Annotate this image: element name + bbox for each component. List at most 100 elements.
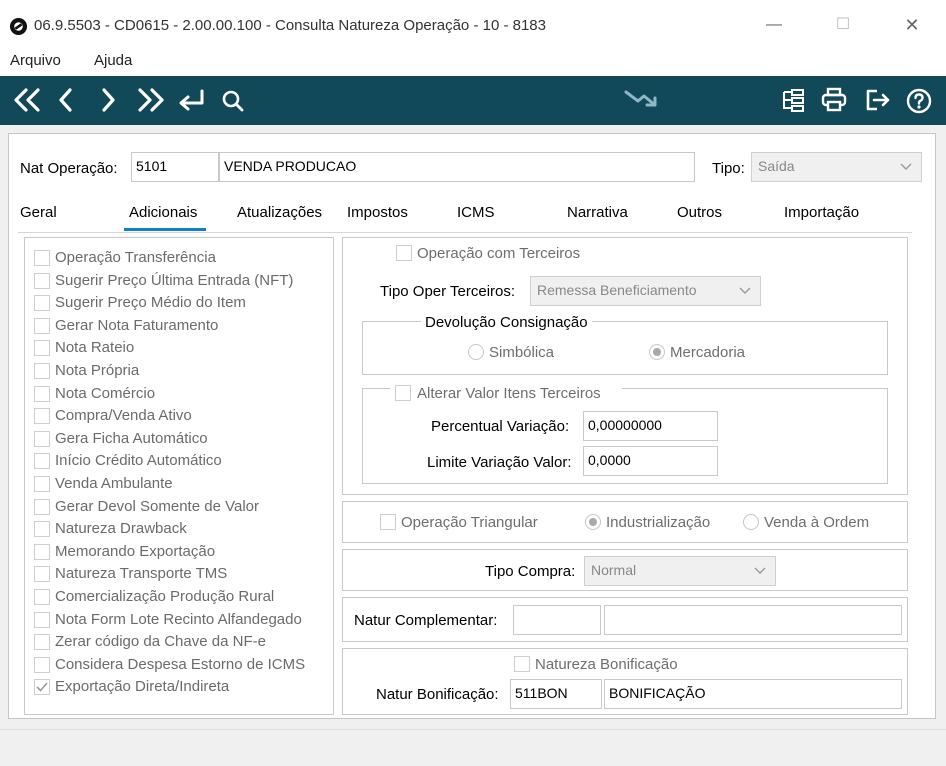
checkbox[interactable] (34, 566, 50, 582)
op-triangular-checkbox[interactable] (380, 514, 396, 530)
checklist-item-label: Início Crédito Automático (55, 452, 222, 469)
checkbox[interactable] (34, 657, 50, 673)
checkbox[interactable] (34, 295, 50, 311)
close-button[interactable]: ✕ (898, 12, 926, 38)
checklist-item-label: Gera Ficha Automático (55, 430, 208, 447)
checklist-item-label: Nota Rateio (55, 339, 135, 356)
op-triangular-label: Operação Triangular (401, 514, 538, 531)
checklist-item-label: Natureza Drawback (55, 520, 187, 537)
tree-structure-icon[interactable] (780, 87, 806, 113)
tipo-oper-terceiros-select[interactable]: Remessa Beneficiamento (530, 276, 761, 306)
checkbox[interactable] (34, 273, 50, 289)
mercadoria-radio[interactable] (649, 344, 665, 360)
industrializacao-radio[interactable] (585, 514, 601, 530)
tab-importacao[interactable]: Importação (784, 204, 859, 221)
status-bar (0, 729, 946, 766)
alterar-valor-checkbox[interactable] (395, 385, 411, 401)
maximize-button[interactable]: ☐ (829, 12, 857, 38)
venda-ordem-radio[interactable] (743, 514, 759, 530)
checklist-item-label: Memorando Exportação (55, 543, 216, 560)
checkbox[interactable] (34, 318, 50, 334)
natureza-bonificacao-checkbox[interactable] (514, 656, 530, 672)
tipo-select[interactable]: Saída (751, 152, 922, 182)
natur-bonificacao-label: Natur Bonificação: (376, 686, 499, 703)
exit-icon[interactable] (864, 87, 892, 113)
tipo-compra-label: Tipo Compra: (485, 563, 576, 580)
next-icon[interactable] (98, 87, 118, 113)
tipo-select-value: Saída (758, 158, 795, 174)
checkbox[interactable] (34, 521, 50, 537)
checklist-item-label: Venda Ambulante (55, 475, 173, 492)
tab-narrativa[interactable]: Narrativa (567, 204, 628, 221)
nat-operacao-desc-field[interactable]: VENDA PRODUCAO (219, 152, 695, 182)
checkbox[interactable] (34, 544, 50, 560)
limite-variacao-field[interactable]: 0,0000 (583, 446, 718, 476)
checklist-item-label: Nota Própria (55, 362, 140, 379)
simbolica-radio[interactable] (468, 344, 484, 360)
tipo-compra-select[interactable]: Normal (584, 556, 776, 586)
tab-divider (18, 232, 912, 233)
chevron-down-icon (754, 567, 766, 574)
venda-ordem-label: Venda à Ordem (764, 514, 870, 531)
natur-bonificacao-desc-field[interactable]: BONIFICAÇÃO (604, 679, 902, 709)
checklist-item-label: Comercialização Produção Rural (55, 588, 275, 605)
search-icon[interactable] (220, 88, 246, 114)
checkbox[interactable] (34, 408, 50, 424)
menu-bar: Arquivo Ajuda (0, 46, 946, 76)
checkbox[interactable] (34, 250, 50, 266)
tab-outros[interactable]: Outros (677, 204, 722, 221)
tab-impostos[interactable]: Impostos (347, 204, 408, 221)
natureza-bonificacao-label: Natureza Bonificação (535, 656, 678, 673)
checkbox[interactable] (34, 431, 50, 447)
tab-adicionais[interactable]: Adicionais (129, 204, 197, 221)
checklist-item-label: Gerar Devol Somente de Valor (55, 498, 259, 515)
trend-down-icon[interactable] (622, 86, 664, 112)
natur-complementar-code-field[interactable] (513, 605, 601, 635)
checkbox[interactable] (34, 453, 50, 469)
minimize-button[interactable]: — (760, 12, 788, 38)
tab-icms[interactable]: ICMS (457, 204, 495, 221)
active-tab-indicator (124, 228, 206, 231)
checkbox-checked[interactable] (34, 679, 50, 695)
checkbox[interactable] (34, 612, 50, 628)
chevron-down-icon (739, 287, 751, 294)
checkbox[interactable] (34, 634, 50, 650)
natur-bonificacao-code-field[interactable]: 511BON (510, 679, 602, 709)
checklist-item-label: Nota Form Lote Recinto Alfandegado (55, 611, 302, 628)
tipo-oper-terceiros-value: Remessa Beneficiamento (537, 282, 697, 298)
checkbox[interactable] (34, 340, 50, 356)
checkbox[interactable] (34, 386, 50, 402)
checkbox[interactable] (34, 476, 50, 492)
percentual-variacao-label: Percentual Variação: (431, 418, 570, 435)
checklist-item-label: Sugerir Preço Médio do Item (55, 294, 246, 311)
checkbox[interactable] (34, 499, 50, 515)
op-terceiros-checkbox[interactable] (396, 245, 412, 261)
chevron-down-icon (900, 163, 912, 170)
checklist-item-label: Gerar Nota Faturamento (55, 317, 219, 334)
devolucao-legend: Devolução Consignação (421, 314, 592, 331)
menu-ajuda[interactable]: Ajuda (94, 52, 132, 69)
tab-geral[interactable]: Geral (20, 204, 57, 221)
percentual-variacao-field[interactable]: 0,00000000 (583, 411, 718, 441)
op-terceiros-label: Operação com Terceiros (417, 245, 581, 262)
checkbox[interactable] (34, 589, 50, 605)
checkbox[interactable] (34, 363, 50, 379)
tab-atualizacoes[interactable]: Atualizações (237, 204, 322, 221)
first-icon[interactable] (12, 87, 44, 113)
nat-operacao-code-field[interactable]: 5101 (131, 152, 219, 182)
natur-complementar-label: Natur Complementar: (354, 612, 498, 629)
check-icon (36, 682, 48, 692)
natur-complementar-desc-field[interactable] (604, 605, 902, 635)
window-title: 06.9.5503 - CD0615 - 2.00.00.100 - Consu… (34, 17, 546, 34)
alterar-valor-label: Alterar Valor Itens Terceiros (417, 385, 601, 402)
help-icon[interactable] (905, 87, 933, 115)
return-icon[interactable] (176, 87, 208, 113)
last-icon[interactable] (134, 87, 166, 113)
previous-icon[interactable] (56, 87, 76, 113)
menu-arquivo[interactable]: Arquivo (10, 52, 61, 69)
mercadoria-label: Mercadoria (670, 344, 746, 361)
tipo-label: Tipo: (712, 160, 745, 177)
checklist-item-label: Nota Comércio (55, 385, 156, 402)
checklist-item-label: Zerar código da Chave da NF-e (55, 633, 266, 650)
print-icon[interactable] (820, 87, 848, 113)
